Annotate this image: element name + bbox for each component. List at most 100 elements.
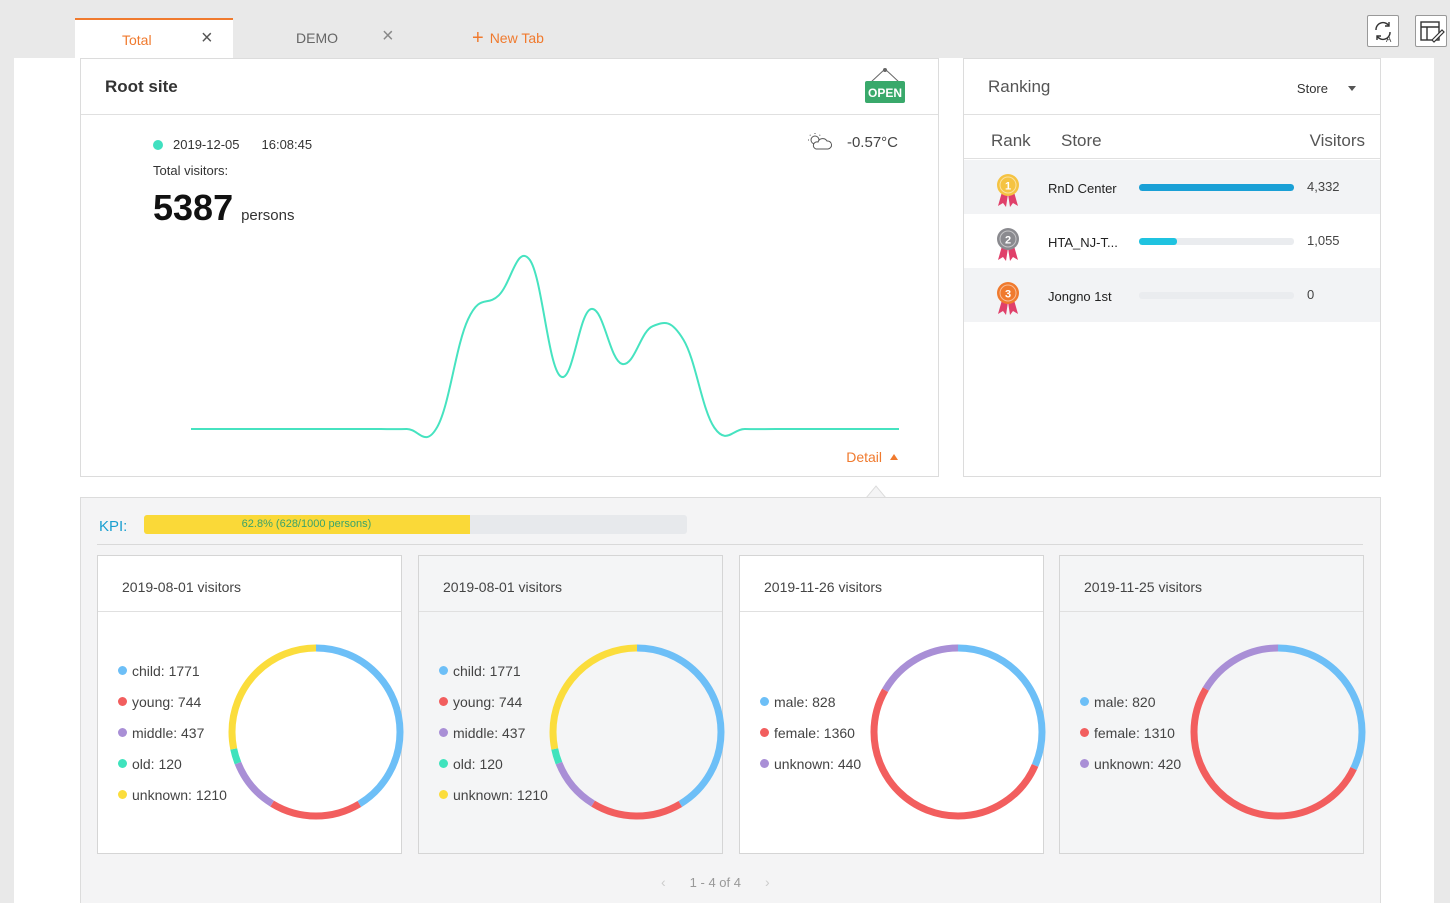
store-select-value: Store <box>1296 81 1328 96</box>
total-visitors-value: 5387 <box>153 187 234 228</box>
divider <box>97 544 1363 545</box>
legend-label: old: 120 <box>132 755 182 772</box>
legend-item: middle: 437 <box>118 717 227 748</box>
visitors-donut-chart <box>870 644 1046 820</box>
legend-label: middle: 437 <box>132 724 205 741</box>
legend-item: female: 1310 <box>1080 717 1181 748</box>
legend-dot <box>118 759 127 768</box>
visitors-bar <box>1139 184 1294 191</box>
donut-card-title: 2019-11-25 visitors <box>1060 556 1363 612</box>
tab-total[interactable]: Total × <box>75 18 233 58</box>
root-site-card: Root site OPEN 2019-12-05 16:08:45 Total… <box>80 58 939 477</box>
legend-item: male: 820 <box>1080 686 1181 717</box>
store-name: RnD Center <box>1048 181 1117 196</box>
legend-item: young: 744 <box>439 686 548 717</box>
status-row: 2019-12-05 16:08:45 <box>153 137 312 152</box>
medal-icon: 2 <box>997 228 1019 261</box>
page-info: 1 - 4 of 4 <box>689 874 741 890</box>
prev-page-button[interactable]: ‹ <box>661 874 666 890</box>
visitors-donut-card: 2019-11-26 visitors male: 828 female: 1360… <box>739 555 1046 854</box>
legend-dot <box>760 697 769 706</box>
donut-legend: male: 820 female: 1310 unknown: 420 <box>1080 686 1181 779</box>
detail-toggle[interactable]: Detail <box>846 449 898 465</box>
legend-label: middle: 437 <box>453 724 526 741</box>
store-name: HTA_NJ-T... <box>1048 235 1118 250</box>
legend-label: female: 1360 <box>774 724 855 741</box>
legend-dot <box>1080 697 1089 706</box>
close-icon[interactable]: × <box>382 25 394 48</box>
rank-number: 3 <box>1005 289 1011 301</box>
visitors-column-header: Visitors <box>1309 131 1365 150</box>
visitors-donut-card: 2019-08-01 visitors child: 1771 young: 744… <box>97 555 404 854</box>
total-visitors-unit: persons <box>241 207 295 224</box>
legend-label: child: 1771 <box>132 662 200 679</box>
svg-text:A: A <box>1386 35 1392 44</box>
legend-dot <box>439 697 448 706</box>
legend-dot <box>760 728 769 737</box>
visitors-value: 0 <box>1307 287 1315 302</box>
kpi-progress-bar: 62.8% (628/1000 persons) <box>144 515 687 534</box>
legend-dot <box>118 697 127 706</box>
detail-label: Detail <box>846 449 882 465</box>
ranking-table-header: Rank Store Visitors <box>964 115 1380 159</box>
status-dot <box>153 139 163 150</box>
total-visitors-label: Total visitors: <box>153 163 229 178</box>
store-name: Jongno 1st <box>1048 289 1112 304</box>
layout-edit-button[interactable] <box>1415 15 1447 47</box>
legend-label: unknown: 440 <box>774 755 862 772</box>
ranking-card: Ranking Store Rank Store Visitors 1 RnD C… <box>963 58 1381 477</box>
panel-pointer <box>866 485 886 498</box>
donut-legend: male: 828 female: 1360 unknown: 440 <box>760 686 861 779</box>
visitors-line-series <box>191 255 899 439</box>
store-column-header: Store <box>1061 131 1102 150</box>
page-title: Root site <box>105 76 178 96</box>
table-row[interactable]: 2 HTA_NJ-T... 1,055 <box>964 214 1380 268</box>
table-row[interactable]: 3 Jongno 1st 0 <box>964 268 1380 322</box>
tab-label: Total <box>122 32 152 48</box>
rank-number: 2 <box>1005 235 1011 247</box>
visitors-bar-fill <box>1139 238 1177 245</box>
time-text: 16:08:45 <box>261 137 313 152</box>
legend-item: unknown: 1210 <box>118 779 227 810</box>
cloudy-icon <box>807 133 832 150</box>
donut-card-title: 2019-11-26 visitors <box>740 556 1043 612</box>
table-row[interactable]: 1 RnD Center 4,332 <box>964 160 1380 214</box>
donut-legend: child: 1771 young: 744 middle: 437 old: 120… <box>118 655 227 810</box>
visitors-value: 4,332 <box>1307 179 1340 194</box>
legend-dot <box>760 759 769 768</box>
card-header: Root site <box>81 59 938 115</box>
total-visitors: 5387 persons <box>153 187 294 229</box>
legend-dot <box>439 728 448 737</box>
legend-label: male: 820 <box>1094 693 1156 710</box>
legend-item: middle: 437 <box>439 717 548 748</box>
medal-icon: 1 <box>997 174 1019 207</box>
pagination: ‹ 1 - 4 of 4 › <box>661 874 770 890</box>
close-icon[interactable]: × <box>201 27 213 50</box>
new-tab-label: New Tab <box>489 30 544 46</box>
ranking-title: Ranking <box>988 76 1051 96</box>
legend-label: young: 744 <box>453 693 523 710</box>
new-tab-button[interactable]: + New Tab <box>472 27 544 49</box>
legend-dot <box>439 759 448 768</box>
visitors-donut-card: 2019-11-25 visitors male: 820 female: 1310… <box>1059 555 1366 854</box>
visitors-bar-fill <box>1139 184 1294 191</box>
rank-column-header: Rank <box>991 131 1031 150</box>
donut-legend: child: 1771 young: 744 middle: 437 old: 120… <box>439 655 548 810</box>
legend-label: young: 744 <box>132 693 202 710</box>
store-select[interactable]: Store <box>1297 81 1356 96</box>
legend-dot <box>118 728 127 737</box>
tab-demo[interactable]: DEMO × <box>260 18 410 58</box>
kpi-label: KPI: <box>99 518 128 535</box>
legend-label: male: 828 <box>774 693 836 710</box>
legend-label: unknown: 1210 <box>453 786 548 803</box>
legend-item: young: 744 <box>118 686 227 717</box>
legend-dot <box>439 790 448 799</box>
open-sign-icon: OPEN <box>862 67 908 107</box>
legend-dot <box>118 790 127 799</box>
next-page-button[interactable]: › <box>765 874 770 890</box>
legend-label: child: 1771 <box>453 662 521 679</box>
legend-item: unknown: 440 <box>760 748 861 779</box>
legend-dot <box>1080 759 1089 768</box>
refresh-auto-button[interactable]: A <box>1367 15 1399 47</box>
plus-icon: + <box>472 27 484 49</box>
